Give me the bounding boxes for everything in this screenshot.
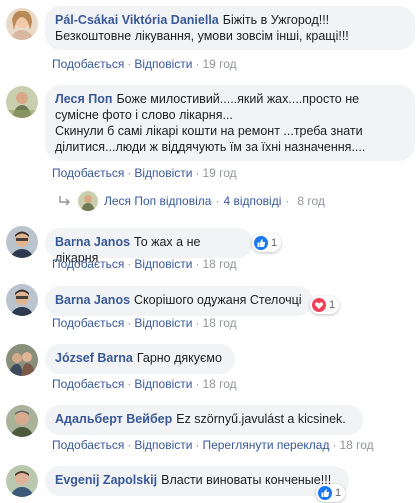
comment-bubble: Адальберт Вейбер Ez szörnyű.javulást a ki… bbox=[45, 405, 363, 435]
comment-bubble: Barna Janos То жах а не лікарня bbox=[45, 228, 253, 265]
timestamp[interactable]: 18 год bbox=[202, 377, 236, 391]
love-reaction-icon bbox=[312, 298, 326, 312]
like-reaction-icon bbox=[318, 486, 332, 500]
like-link[interactable]: Подобається bbox=[52, 166, 124, 180]
replies-author[interactable]: Леся Поп відповіла bbox=[104, 194, 211, 208]
comment-author[interactable]: Barna Janos bbox=[55, 235, 130, 249]
comment-text-2: Скинули б самі лікарі кошти на ремонт ..… bbox=[55, 124, 366, 154]
comment-bubble: Evgenij Zapolskij Власти виноваты кончены… bbox=[45, 466, 349, 496]
comment-actions: Подобається · Відповісти · 18 год bbox=[52, 257, 237, 271]
like-reaction-icon bbox=[254, 236, 268, 250]
reply-arrow-icon bbox=[59, 196, 70, 206]
avatar[interactable] bbox=[6, 86, 38, 118]
reply-link[interactable]: Відповісти bbox=[134, 257, 192, 271]
comment-author[interactable]: Pál-Csákai Viktória Daniella bbox=[55, 13, 219, 27]
comment-bubble: Pál-Csákai Viktória Daniella Біжіть в Ужг… bbox=[45, 6, 415, 50]
comment-author[interactable]: Леся Поп bbox=[55, 92, 112, 106]
avatar[interactable] bbox=[6, 344, 38, 376]
comment-bubble: Леся Поп Боже милостивий.....який жах....… bbox=[45, 85, 415, 161]
comment-author[interactable]: Barna Janos bbox=[55, 293, 130, 307]
reply-link[interactable]: Відповісти bbox=[134, 57, 192, 71]
comment-text: Гарно дякуємо bbox=[136, 351, 222, 365]
comment-author[interactable]: Evgenij Zapolskij bbox=[55, 473, 157, 487]
avatar[interactable] bbox=[6, 8, 38, 40]
like-link[interactable]: Подобається bbox=[52, 438, 124, 452]
avatar[interactable] bbox=[6, 405, 38, 437]
avatar[interactable] bbox=[6, 284, 38, 316]
replies-count[interactable]: 4 відповіді bbox=[223, 194, 281, 208]
comment-actions: Подобається · Відповісти · 18 год bbox=[52, 316, 237, 330]
comment-actions: Подобається · Відповісти · 19 год bbox=[52, 57, 237, 71]
like-link[interactable]: Подобається bbox=[52, 377, 124, 391]
avatar[interactable] bbox=[6, 226, 38, 258]
reaction-badge[interactable]: 1 bbox=[310, 296, 340, 314]
like-link[interactable]: Подобається bbox=[52, 316, 124, 330]
reaction-count: 1 bbox=[271, 237, 278, 249]
reply-link[interactable]: Відповісти bbox=[134, 377, 192, 391]
reply-link[interactable]: Відповісти bbox=[134, 166, 192, 180]
reply-link[interactable]: Відповісти bbox=[134, 438, 192, 452]
like-link[interactable]: Подобається bbox=[52, 57, 124, 71]
comment-text: Скорішого одужаня Стелочці bbox=[134, 293, 302, 307]
timestamp[interactable]: 18 год bbox=[339, 438, 373, 452]
timestamp[interactable]: 19 год bbox=[202, 166, 236, 180]
see-translation-link[interactable]: Переглянути переклад bbox=[202, 438, 329, 452]
reaction-badge[interactable]: 1 bbox=[252, 234, 282, 252]
comment-text: Ez szörnyű.javulást a kicsinek. bbox=[176, 412, 346, 426]
timestamp[interactable]: 18 год bbox=[202, 316, 236, 330]
comment-actions: Подобається · Відповісти · 18 год bbox=[52, 377, 237, 391]
timestamp[interactable]: 18 год bbox=[202, 257, 236, 271]
view-replies[interactable]: Леся Поп відповіла · 4 відповіді · 8 год bbox=[58, 191, 325, 211]
reaction-count: 1 bbox=[335, 487, 342, 499]
comment-bubble: József Barna Гарно дякуємо bbox=[45, 344, 235, 374]
avatar[interactable] bbox=[6, 465, 38, 497]
comment-author[interactable]: József Barna bbox=[55, 351, 133, 365]
reaction-badge[interactable]: 1 bbox=[316, 484, 346, 502]
reply-link[interactable]: Відповісти bbox=[134, 316, 192, 330]
comment-actions: Подобається · Відповісти · Переглянути перек… bbox=[52, 438, 374, 452]
replies-time: 8 год bbox=[297, 194, 325, 208]
timestamp[interactable]: 19 год bbox=[202, 57, 236, 71]
reaction-count: 1 bbox=[329, 299, 336, 311]
comment-author[interactable]: Адальберт Вейбер bbox=[55, 412, 172, 426]
comment-bubble: Barna Janos Скорішого одужаня Стелочці bbox=[45, 286, 313, 316]
comment-text: Власти виноваты конченые!!! bbox=[161, 473, 332, 487]
comment-actions: Подобається · Відповісти · 19 год bbox=[52, 166, 237, 180]
reply-author-avatar bbox=[78, 191, 98, 211]
like-link[interactable]: Подобається bbox=[52, 257, 124, 271]
